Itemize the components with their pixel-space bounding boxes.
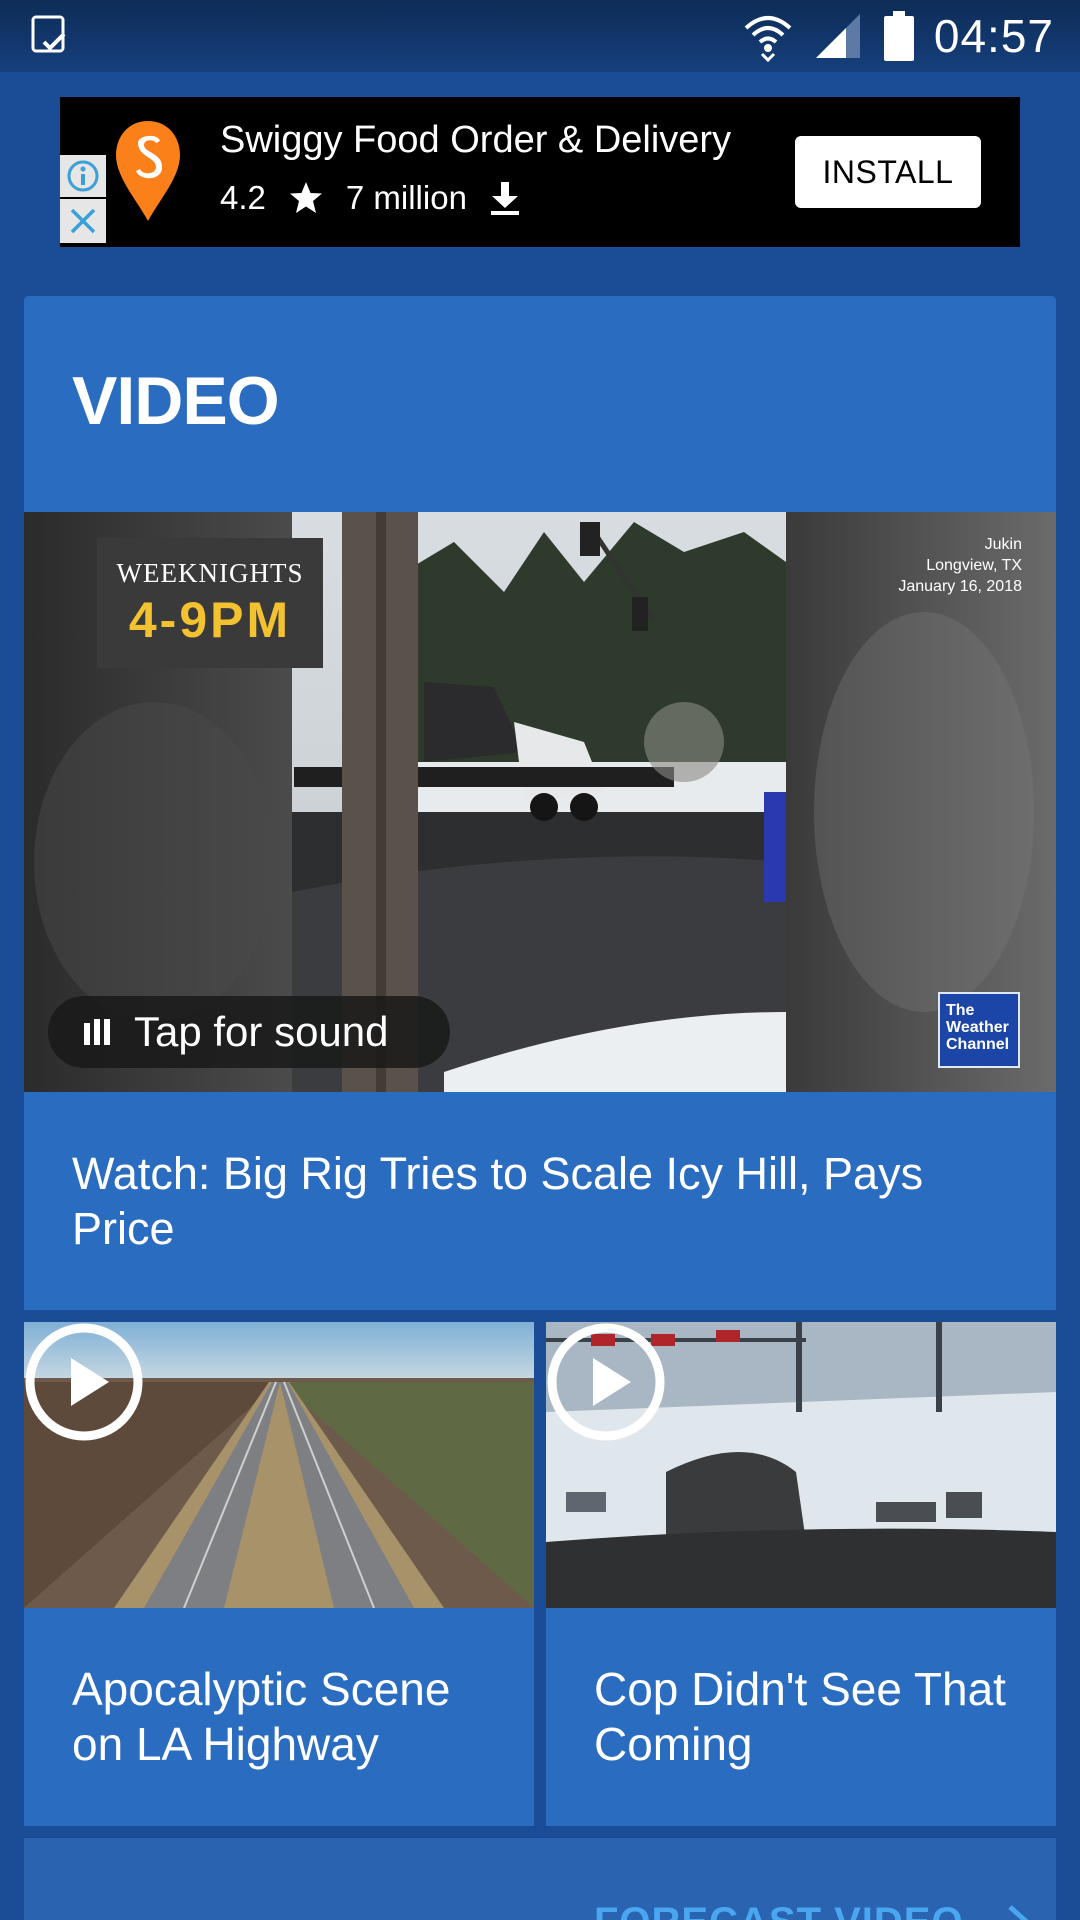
hero-video-player[interactable]: WEEKNIGHTS 4-9PM Jukin Longview, TX Janu…	[24, 512, 1056, 1092]
tap-for-sound-button[interactable]: Tap for sound	[48, 996, 450, 1068]
signal-icon	[815, 14, 860, 58]
ad-title[interactable]: Swiggy Food Order & Delivery	[220, 119, 731, 162]
forecast-video-link[interactable]: FORECAST VIDEO	[594, 1900, 1032, 1920]
video-title[interactable]: Cop Didn't See That Coming	[594, 1662, 1034, 1772]
video-card-caption[interactable]: Cop Didn't See That Coming	[546, 1608, 1056, 1826]
install-button[interactable]: INSTALL	[795, 136, 981, 208]
promo-line2: 4-9PM	[128, 591, 292, 648]
video-thumbnail[interactable]	[24, 1322, 534, 1608]
download-icon	[490, 182, 519, 215]
video-title[interactable]: Apocalyptic Scene on LA Highway	[72, 1662, 512, 1772]
ad-rating: 4.2	[220, 179, 266, 216]
hero-video-caption[interactable]: Watch: Big Rig Tries to Scale Icy Hill, …	[24, 1092, 1056, 1310]
forecast-video-card: FORECAST VIDEO	[24, 1838, 1056, 1920]
tap-for-sound-label: Tap for sound	[134, 1008, 389, 1055]
hero-video-title[interactable]: Watch: Big Rig Tries to Scale Icy Hill, …	[72, 1146, 1002, 1256]
credit-location: Longview, TX	[926, 557, 1022, 574]
battery-icon	[883, 11, 914, 61]
logo-line1: The	[946, 1002, 975, 1019]
forecast-video-label[interactable]: FORECAST VIDEO	[594, 1900, 964, 1920]
clock: 04:57	[933, 10, 1054, 62]
promo-line1: WEEKNIGHTS	[116, 557, 304, 588]
ad-banner[interactable]: Swiggy Food Order & Delivery 4.2 7 milli…	[60, 97, 1020, 247]
play-icon[interactable]	[546, 1322, 666, 1442]
weather-channel-logo: The Weather Channel	[938, 992, 1020, 1068]
video-card-caption[interactable]: Apocalyptic Scene on LA Highway	[24, 1608, 534, 1826]
video-section-header: VIDEO	[24, 296, 1056, 512]
ad-downloads: 7 million	[345, 179, 467, 216]
sound-bars-icon	[84, 1019, 110, 1045]
star-icon	[289, 182, 322, 213]
ad-meta: 4.2 7 million	[220, 179, 521, 217]
task-check-icon	[31, 15, 66, 53]
arrow-right-icon[interactable]	[982, 1903, 1032, 1920]
swiggy-logo-icon	[116, 121, 180, 221]
logo-line3: Channel	[946, 1036, 1010, 1053]
section-title: VIDEO	[72, 363, 280, 439]
ad-close-icon[interactable]	[60, 199, 106, 243]
wifi-icon	[744, 16, 792, 62]
promo-badge: WEEKNIGHTS 4-9PM	[97, 538, 323, 668]
video-thumbnail[interactable]	[546, 1322, 1056, 1608]
credit-source: Jukin	[984, 536, 1022, 553]
video-credit: Jukin Longview, TX January 16, 2018	[898, 534, 1022, 597]
status-bar: 04:57	[0, 0, 1080, 72]
logo-line2: Weather	[946, 1019, 1009, 1036]
play-icon[interactable]	[24, 1322, 144, 1442]
ad-info-icon[interactable]	[60, 155, 106, 197]
credit-date: January 16, 2018	[898, 578, 1022, 595]
